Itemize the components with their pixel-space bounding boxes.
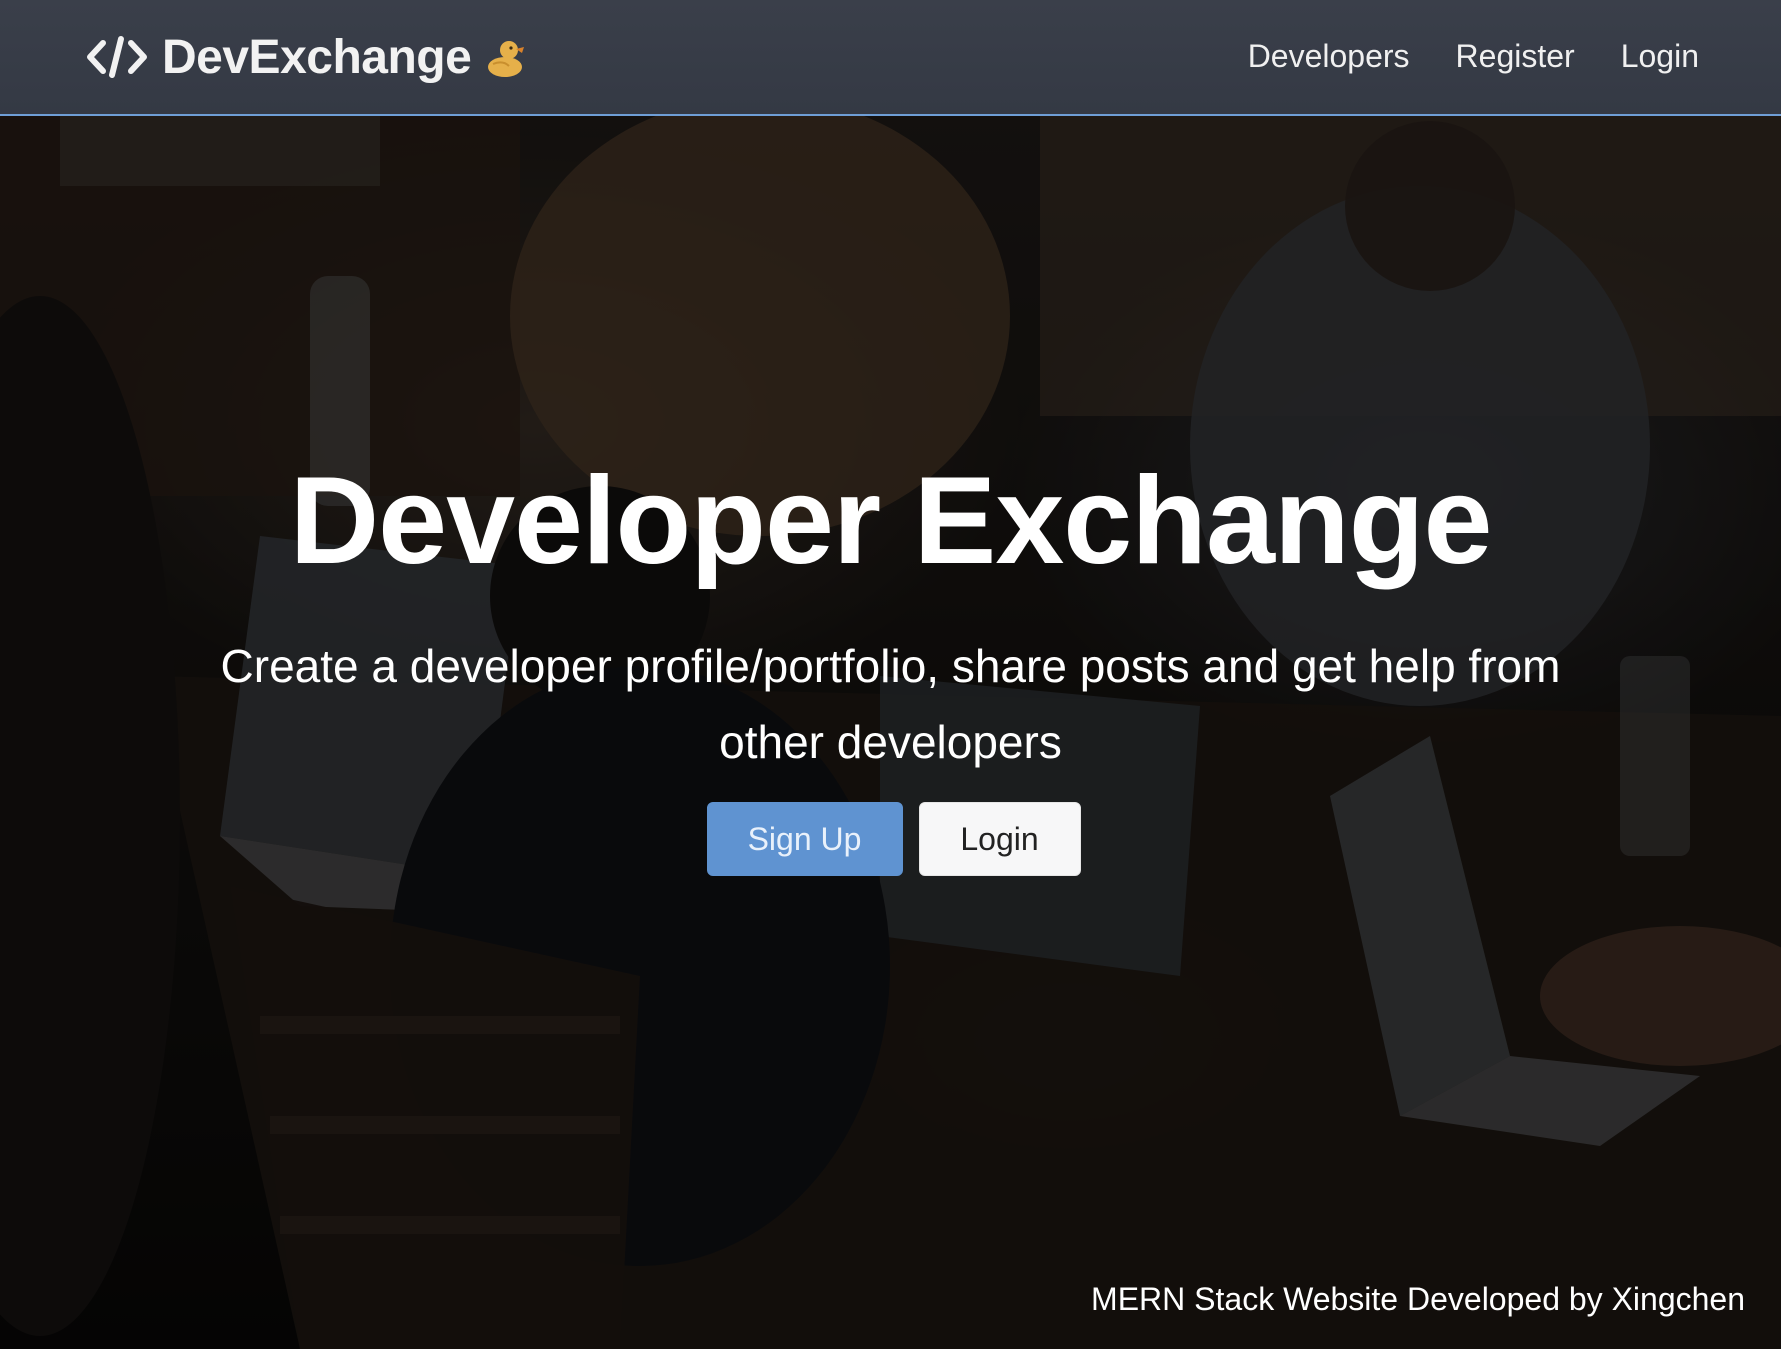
footer-credit: MERN Stack Website Developed by Xingchen [1091, 1281, 1745, 1317]
nav-link-login[interactable]: Login [1621, 34, 1699, 78]
sign-up-button[interactable]: Sign Up [706, 802, 903, 876]
brand-name: DevExchange [162, 30, 472, 84]
hero-content: Developer Exchange Create a developer pr… [0, 446, 1781, 876]
brand-link[interactable]: DevExchange [86, 28, 525, 86]
code-icon [86, 34, 148, 80]
duck-icon [485, 36, 525, 78]
hero-section: Developer Exchange Create a developer pr… [0, 116, 1781, 1349]
nav-link-developers[interactable]: Developers [1248, 34, 1410, 78]
login-button[interactable]: Login [918, 802, 1081, 876]
hero-buttons: Sign Up Login [0, 802, 1781, 876]
navbar: DevExchange Developers Register Login [0, 0, 1781, 116]
nav-link-register[interactable]: Register [1456, 34, 1575, 78]
hero-title: Developer Exchange [289, 452, 1493, 590]
page: DevExchange Developers Register Login De… [0, 0, 1781, 1349]
nav-links: Developers Register Login [1202, 34, 1699, 78]
hero-subtitle: Create a developer profile/portfolio, sh… [220, 640, 1561, 768]
